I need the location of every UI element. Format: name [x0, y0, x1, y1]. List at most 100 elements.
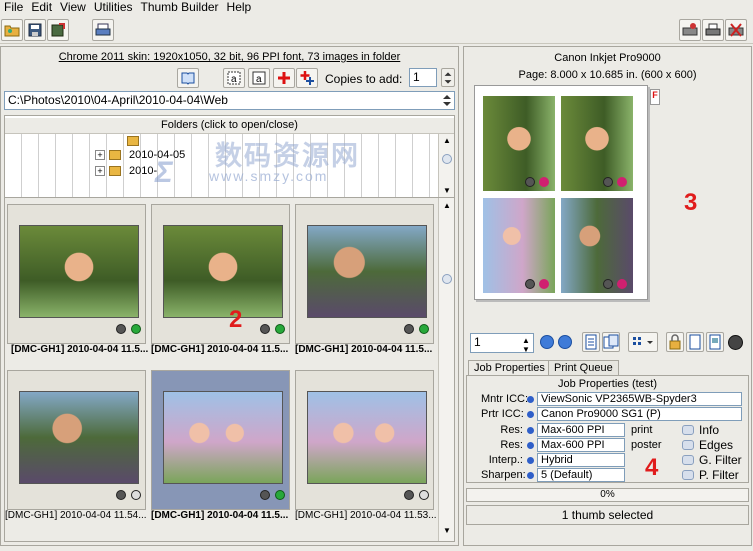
thumbnail-scrollbar[interactable]: ▲ ▼: [438, 198, 454, 541]
scroll-up-arrow-icon[interactable]: ▲: [443, 136, 451, 145]
sharpen-value: 5 (Default): [541, 469, 593, 481]
info-icon[interactable]: [116, 490, 126, 500]
annotation-2: 2: [229, 306, 243, 333]
save-button[interactable]: [24, 19, 46, 41]
add-one-button[interactable]: [273, 68, 295, 88]
mntr-icc-label: Mntr ICC:: [481, 393, 529, 405]
info-toggle[interactable]: [682, 425, 694, 435]
page-flag[interactable]: F: [650, 89, 660, 105]
thumbnail[interactable]: [295, 204, 434, 344]
scroll-up-arrow-icon[interactable]: ▲: [443, 201, 451, 210]
menu-view[interactable]: View: [56, 0, 90, 15]
open-folder-button[interactable]: [1, 19, 23, 41]
info-icon[interactable]: [525, 177, 535, 187]
thumbnail[interactable]: [7, 204, 146, 344]
export-button[interactable]: [47, 19, 69, 41]
add-green-icon[interactable]: [419, 324, 429, 334]
mntr-icc-select[interactable]: ViewSonic VP2365WB-Spyder3: [537, 392, 742, 406]
sharpen-select[interactable]: 5 (Default): [537, 468, 625, 482]
print-preview-button[interactable]: [92, 19, 114, 41]
remove-icon[interactable]: [617, 177, 627, 187]
add-gray-icon[interactable]: [419, 490, 429, 500]
thumbnail[interactable]: [7, 370, 146, 510]
info-icon[interactable]: [603, 177, 613, 187]
info-icon[interactable]: [603, 279, 613, 289]
book-button[interactable]: [177, 68, 199, 88]
menu-thumb-builder[interactable]: Thumb Builder: [137, 0, 223, 15]
layout-grid-button[interactable]: [628, 332, 658, 352]
printer-setup-button[interactable]: [679, 19, 701, 41]
thumbnail[interactable]: [151, 204, 290, 344]
add-green-icon[interactable]: [275, 490, 285, 500]
path-dropdown[interactable]: C:\Photos\2010\04-April\2010-04-04\Web: [4, 91, 455, 110]
expand-icon[interactable]: +: [95, 166, 105, 176]
multi-page-button[interactable]: [602, 332, 620, 352]
copies-label: Copies to add:: [325, 72, 403, 86]
select-button[interactable]: a: [248, 68, 270, 88]
menu-circle-icon[interactable]: [728, 335, 743, 350]
remove-icon[interactable]: [617, 279, 627, 289]
blank-page-button[interactable]: [686, 332, 704, 352]
menu-help[interactable]: Help: [223, 0, 256, 15]
page-view-button[interactable]: [582, 332, 600, 352]
expand-icon[interactable]: +: [95, 150, 105, 160]
thumbnail-caption: [DMC-GH1] 2010-04-04 11.5...: [151, 510, 289, 521]
cancel-print-button[interactable]: [725, 19, 747, 41]
remove-icon[interactable]: [539, 177, 549, 187]
select-all-button[interactable]: a: [223, 68, 245, 88]
scroll-down-arrow-icon[interactable]: ▼: [443, 526, 451, 535]
thumbnail[interactable]: [295, 370, 434, 510]
info-icon[interactable]: [116, 324, 126, 334]
folder-icon: [109, 166, 121, 176]
folders-header[interactable]: Folders (click to open/close): [5, 118, 454, 134]
print-button[interactable]: [702, 19, 724, 41]
job-properties-panel: Job Properties (test) Mntr ICC: ViewSoni…: [466, 375, 749, 483]
add-green-icon[interactable]: [275, 324, 285, 334]
p-filter-toggle-label: P. Filter: [699, 468, 739, 482]
page-preview[interactable]: [474, 85, 648, 300]
page-stepper-icon[interactable]: ▲ ▼: [522, 336, 530, 354]
info-icon[interactable]: [525, 279, 535, 289]
add-gray-icon[interactable]: [131, 490, 141, 500]
photo: [307, 391, 427, 484]
copies-input[interactable]: 1: [409, 68, 437, 87]
folder-tree-scrollbar[interactable]: ▲ ▼: [438, 134, 454, 200]
res-print-select[interactable]: Max-600 PPI: [537, 423, 625, 437]
menu-file[interactable]: File: [0, 0, 27, 15]
page-image-button[interactable]: [706, 332, 724, 352]
scroll-thumb[interactable]: [442, 274, 452, 284]
tab-print-queue[interactable]: Print Queue: [548, 360, 619, 375]
prev-page-icon[interactable]: [540, 335, 554, 349]
menu-utilities[interactable]: Utilities: [90, 0, 137, 15]
g-filter-toggle[interactable]: [682, 455, 694, 465]
info-icon[interactable]: [404, 324, 414, 334]
tab-job-properties[interactable]: Job Properties: [468, 360, 551, 375]
p-filter-toggle[interactable]: [682, 470, 694, 480]
res-label: Res:: [500, 424, 523, 436]
menu-edit[interactable]: Edit: [27, 0, 56, 15]
blue-dot-icon: [527, 427, 534, 434]
edges-toggle[interactable]: [682, 440, 694, 450]
add-multiple-button[interactable]: [296, 68, 318, 88]
folder-item[interactable]: 2010-: [129, 165, 157, 177]
interp-select[interactable]: Hybrid: [537, 453, 625, 467]
next-page-icon[interactable]: [558, 335, 572, 349]
photo: [307, 225, 427, 318]
copies-stepper[interactable]: [441, 68, 455, 87]
job-properties-title: Job Properties (test): [557, 378, 658, 390]
scroll-thumb[interactable]: [442, 154, 452, 164]
export-disk-icon: [51, 23, 65, 37]
path-dropdown-arrow-icon[interactable]: [441, 94, 453, 107]
up-down-arrows-icon: [444, 72, 452, 84]
remove-icon[interactable]: [539, 279, 549, 289]
thumbnail-caption: [DMC-GH1] 2010-04-04 11.5...: [11, 344, 149, 355]
scroll-down-arrow-icon[interactable]: ▼: [443, 186, 451, 195]
prtr-icc-select[interactable]: Canon Pro9000 SG1 (P): [537, 407, 742, 421]
info-icon[interactable]: [260, 324, 270, 334]
info-icon[interactable]: [260, 490, 270, 500]
res-poster-select[interactable]: Max-600 PPI: [537, 438, 625, 452]
lock-button[interactable]: [666, 332, 684, 352]
thumbnail-selected[interactable]: [151, 370, 290, 510]
add-green-icon[interactable]: [131, 324, 141, 334]
info-icon[interactable]: [404, 490, 414, 500]
